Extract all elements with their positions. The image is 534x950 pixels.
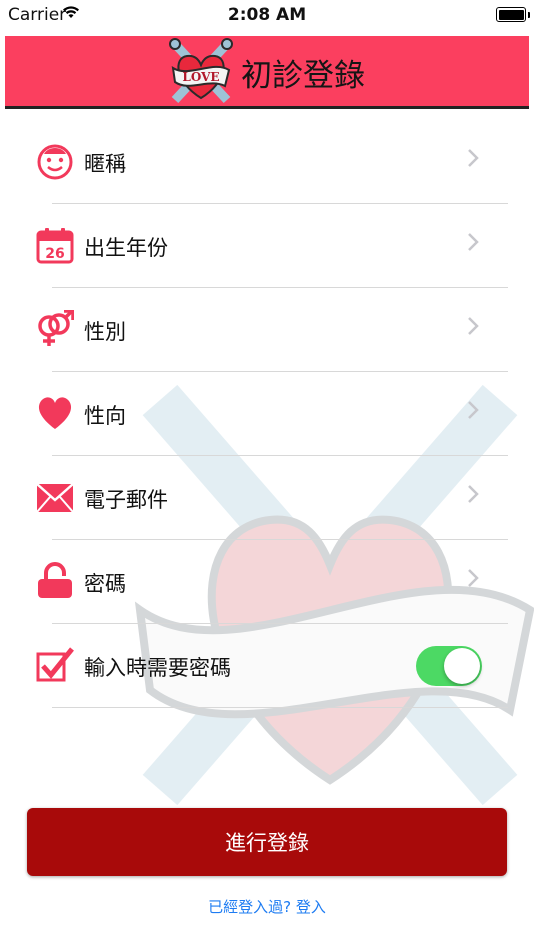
gender-icon xyxy=(38,310,74,346)
chevron-right-icon xyxy=(468,317,479,335)
status-bar: Carrier 2:08 AM xyxy=(0,0,534,32)
battery-icon xyxy=(496,7,530,22)
calendar-icon: 26 xyxy=(36,228,74,264)
orientation-row[interactable]: 性向 xyxy=(0,372,534,456)
password-row[interactable]: 密碼 xyxy=(0,540,534,624)
birth-year-label: 出生年份 xyxy=(84,236,168,260)
page-title: 初診登錄 xyxy=(241,58,365,94)
toggle-knob xyxy=(444,648,480,684)
login-link[interactable]: 已經登入過? 登入 xyxy=(0,896,534,917)
gender-row[interactable]: 性別 xyxy=(0,288,534,372)
face-icon xyxy=(37,144,73,180)
nickname-row[interactable]: 暱稱 xyxy=(0,120,534,204)
chevron-right-icon xyxy=(468,569,479,587)
svg-text:LOVE: LOVE xyxy=(182,70,219,84)
require-password-label: 輸入時需要密碼 xyxy=(84,656,231,680)
checkbox-icon xyxy=(36,647,74,682)
envelope-icon xyxy=(36,483,74,513)
chevron-right-icon xyxy=(468,401,479,419)
row-divider xyxy=(52,707,508,708)
svg-text:26: 26 xyxy=(45,246,64,262)
password-label: 密碼 xyxy=(84,572,126,596)
gender-label: 性別 xyxy=(84,320,126,344)
require-password-row: 輸入時需要密碼 xyxy=(0,624,534,708)
birth-year-row[interactable]: 26 出生年份 xyxy=(0,204,534,288)
nickname-label: 暱稱 xyxy=(84,152,126,176)
orientation-label: 性向 xyxy=(84,404,126,428)
love-tattoo-logo: LOVE xyxy=(169,38,233,104)
require-password-toggle[interactable] xyxy=(416,646,482,686)
chevron-right-icon xyxy=(468,149,479,167)
lock-icon xyxy=(38,562,72,598)
chevron-right-icon xyxy=(468,233,479,251)
heart-icon xyxy=(38,397,72,429)
email-row[interactable]: 電子郵件 xyxy=(0,456,534,540)
clock: 2:08 AM xyxy=(227,5,307,25)
signup-button[interactable]: 進行登錄 xyxy=(27,808,507,876)
nav-bar: LOVE 初診登錄 xyxy=(5,36,529,109)
chevron-right-icon xyxy=(468,485,479,503)
email-label: 電子郵件 xyxy=(84,488,168,512)
